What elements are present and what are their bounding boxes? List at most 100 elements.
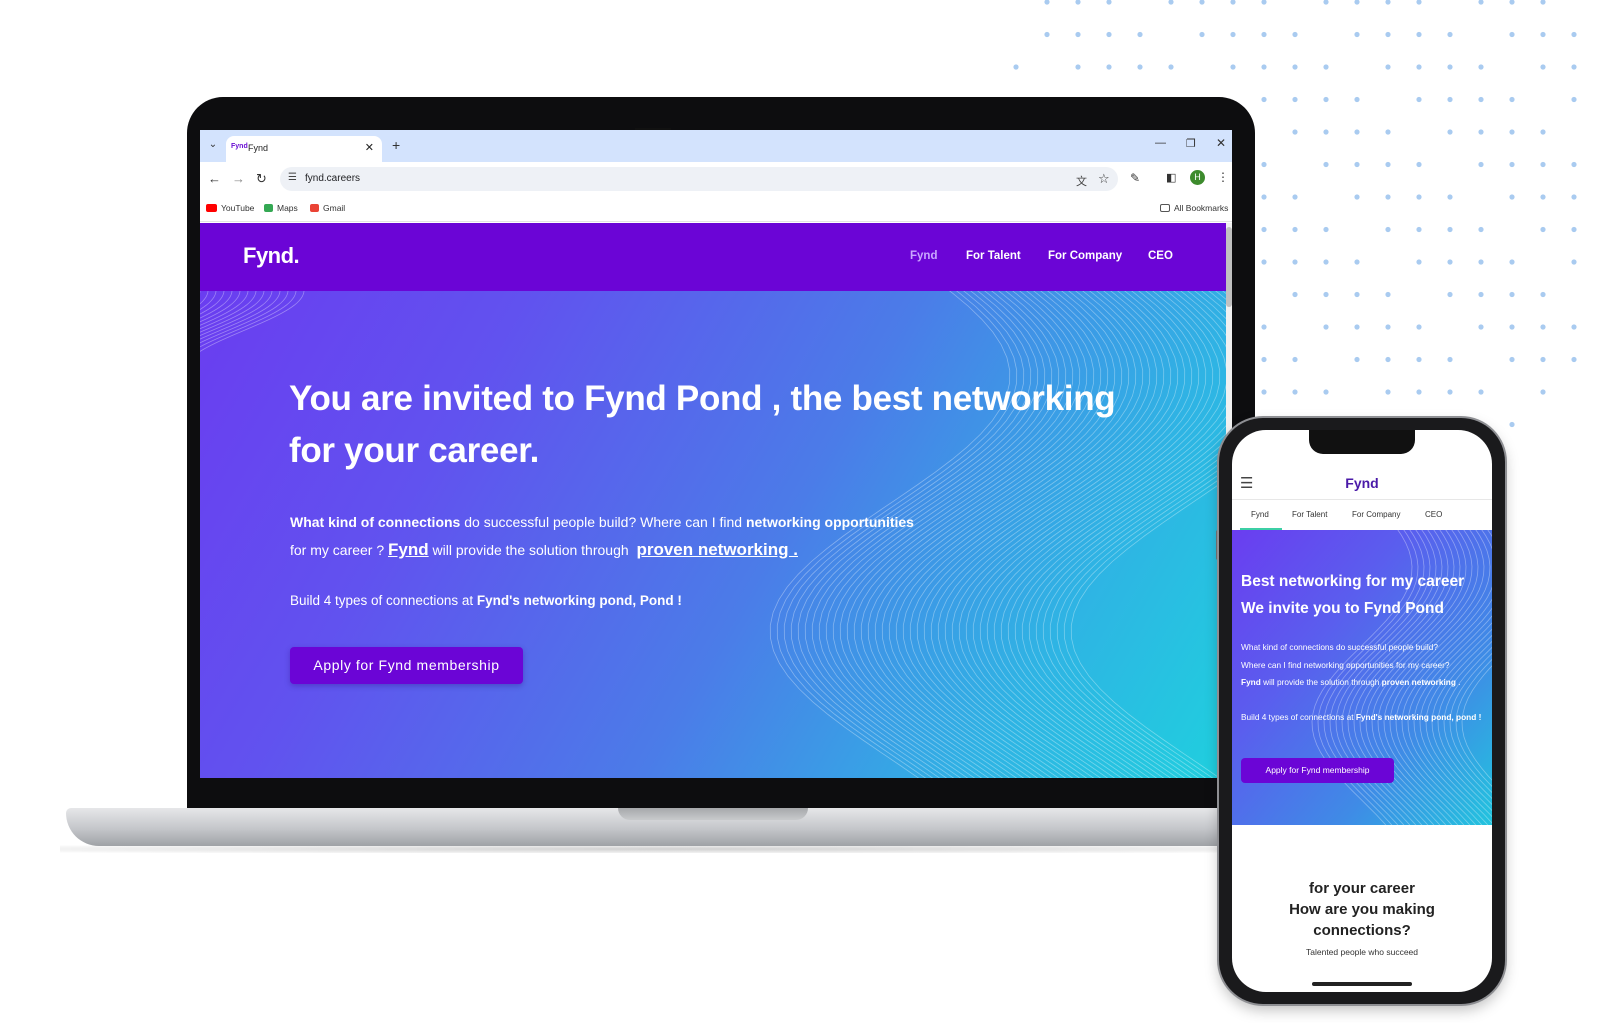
decorative-dot bbox=[1230, 64, 1236, 70]
bookmark-youtube[interactable]: YouTube bbox=[206, 203, 254, 213]
profile-avatar[interactable]: H bbox=[1190, 170, 1205, 185]
decorative-dot bbox=[1354, 259, 1360, 265]
bookmark-star-icon[interactable]: ☆ bbox=[1098, 171, 1110, 187]
decorative-dot bbox=[1478, 64, 1484, 70]
tab-close-icon[interactable]: ✕ bbox=[365, 141, 374, 154]
mobile-tab-for-company[interactable]: For Company bbox=[1352, 510, 1400, 519]
site-logo[interactable]: Fynd. bbox=[243, 243, 300, 269]
new-tab-button[interactable]: + bbox=[392, 137, 400, 153]
decorative-dot bbox=[1385, 226, 1391, 233]
decorative-dot bbox=[1137, 31, 1143, 38]
mobile-tab-ceo[interactable]: CEO bbox=[1425, 510, 1442, 519]
decorative-dot bbox=[1540, 389, 1546, 395]
decorative-dot bbox=[1385, 356, 1391, 363]
scrollbar-thumb[interactable] bbox=[1226, 227, 1232, 307]
window-close-icon[interactable]: ✕ bbox=[1216, 136, 1226, 150]
fynd-link[interactable]: Fynd bbox=[388, 540, 429, 559]
decorative-dot bbox=[1509, 194, 1515, 200]
decorative-dot bbox=[1354, 356, 1360, 363]
hero-text: for my career ? bbox=[290, 542, 389, 558]
hero-title-line: for your career. bbox=[289, 431, 540, 470]
decorative-dot bbox=[1168, 64, 1174, 70]
kebab-menu-icon[interactable]: ⋮ bbox=[1217, 170, 1229, 184]
forward-arrow-icon[interactable]: → bbox=[232, 171, 245, 186]
apply-membership-button[interactable]: Apply for Fynd membership bbox=[290, 647, 523, 684]
nav-link-ceo[interactable]: CEO bbox=[1148, 250, 1173, 262]
wave-line bbox=[200, 291, 281, 340]
decorative-dot bbox=[1416, 0, 1422, 5]
decorative-dot bbox=[1261, 389, 1267, 395]
decorative-dot bbox=[1292, 31, 1298, 38]
tab-search-icon[interactable]: ⌄ bbox=[206, 139, 220, 153]
decorative-dot bbox=[1571, 226, 1577, 233]
hero-text-bold: What kind of connections bbox=[290, 514, 461, 530]
decorative-dot bbox=[1416, 356, 1422, 363]
decorative-dot bbox=[1323, 0, 1329, 5]
side-panel-icon[interactable]: ◧ bbox=[1166, 171, 1176, 184]
decorative-dot bbox=[1385, 324, 1391, 330]
phone-notch bbox=[1309, 430, 1415, 454]
decorative-dot bbox=[1261, 96, 1267, 103]
decorative-dot bbox=[1292, 194, 1298, 200]
site-info-icon[interactable]: ☰ bbox=[288, 172, 297, 183]
decorative-dot bbox=[1416, 64, 1422, 70]
mobile-title-line: Best networking for my career bbox=[1241, 573, 1465, 590]
phone-screen: ☰ Fynd Fynd For Talent For Company CEO B… bbox=[1232, 430, 1492, 992]
mobile-brand[interactable]: Fynd bbox=[1232, 475, 1492, 491]
decorative-dot bbox=[1509, 291, 1515, 298]
mobile-apply-button[interactable]: Apply for Fynd membership bbox=[1241, 758, 1394, 783]
mobile-text: will provide the solution through bbox=[1260, 677, 1382, 687]
bookmark-maps[interactable]: Maps bbox=[264, 203, 298, 213]
nav-link-for-talent[interactable]: For Talent bbox=[966, 250, 1021, 262]
bookmark-gmail[interactable]: Gmail bbox=[310, 203, 345, 213]
minimize-icon[interactable]: — bbox=[1155, 137, 1166, 149]
decorative-dot bbox=[1447, 226, 1453, 233]
decorative-dot bbox=[1354, 31, 1360, 38]
restore-icon[interactable]: ❐ bbox=[1186, 137, 1196, 150]
decorative-dot bbox=[1571, 259, 1577, 265]
decorative-dot bbox=[1044, 0, 1050, 5]
decorative-dot bbox=[1354, 324, 1360, 330]
proven-networking-link[interactable]: proven networking . bbox=[636, 540, 798, 559]
nav-link-for-company[interactable]: For Company bbox=[1048, 250, 1122, 262]
hero-text: do successful people build? Where can I … bbox=[460, 514, 746, 530]
extensions-icon[interactable]: ✎ bbox=[1130, 171, 1140, 185]
decorative-dot bbox=[1261, 161, 1267, 168]
bookmarks-bar: YouTube Maps Gmail All Bookmarks bbox=[200, 196, 1232, 222]
mobile-tabs: Fynd For Talent For Company CEO bbox=[1232, 500, 1492, 530]
decorative-dot bbox=[1385, 0, 1391, 5]
decorative-dot bbox=[1509, 96, 1515, 103]
decorative-dot bbox=[1509, 259, 1515, 265]
decorative-dot bbox=[1292, 96, 1298, 103]
decorative-dot bbox=[1509, 324, 1515, 330]
browser-tab-bar: ⌄ Fynd Fynd ✕ + — ❐ ✕ bbox=[200, 130, 1232, 162]
decorative-dot bbox=[1075, 31, 1081, 38]
decorative-dot bbox=[1292, 291, 1298, 298]
all-bookmarks-label: All Bookmarks bbox=[1174, 203, 1229, 213]
mobile-hero: Best networking for my career We invite … bbox=[1232, 530, 1492, 825]
decorative-dot bbox=[1540, 0, 1546, 5]
mobile-tab-for-talent[interactable]: For Talent bbox=[1292, 510, 1327, 519]
all-bookmarks[interactable]: All Bookmarks bbox=[1160, 203, 1228, 213]
hero-text: will provide the solution through bbox=[428, 542, 633, 558]
decorative-dot bbox=[1385, 389, 1391, 395]
decorative-dot bbox=[1385, 129, 1391, 135]
decorative-dot bbox=[1385, 161, 1391, 168]
decorative-dot bbox=[1447, 356, 1453, 363]
decorative-dot bbox=[1447, 31, 1453, 38]
address-bar[interactable]: ☰ fynd.careers bbox=[280, 167, 1118, 191]
wave-line bbox=[200, 291, 233, 319]
translate-icon[interactable]: 文 bbox=[1076, 173, 1087, 189]
browser-tab[interactable]: Fynd Fynd ✕ bbox=[226, 136, 382, 162]
bookmark-label: Maps bbox=[277, 203, 298, 213]
decorative-dot bbox=[1199, 31, 1205, 38]
decorative-dot bbox=[1478, 226, 1484, 233]
mobile-tab-fynd[interactable]: Fynd bbox=[1251, 510, 1269, 519]
decorative-dot bbox=[1447, 291, 1453, 298]
reload-icon[interactable]: ↻ bbox=[256, 171, 267, 187]
mobile-text-line: What kind of connections do successful p… bbox=[1241, 642, 1438, 652]
gmail-icon bbox=[310, 204, 319, 212]
url-text[interactable]: fynd.careers bbox=[305, 173, 360, 184]
nav-link-fynd[interactable]: Fynd bbox=[910, 250, 937, 262]
back-arrow-icon[interactable]: ← bbox=[208, 171, 221, 186]
